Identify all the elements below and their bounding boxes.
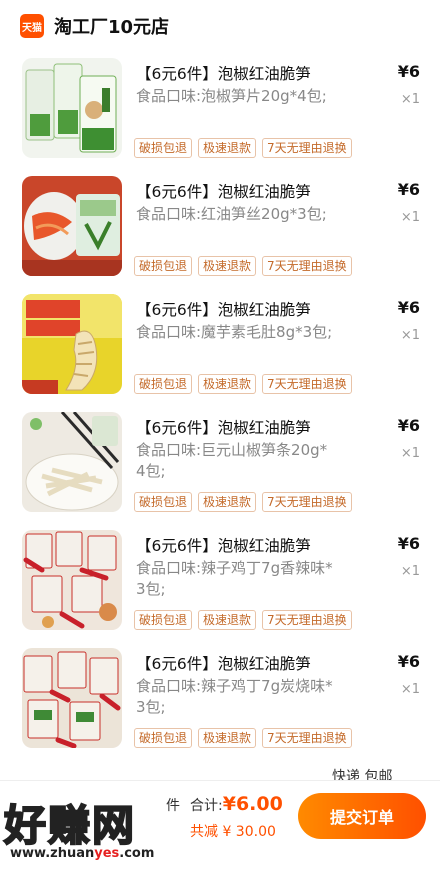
item-variant: 食品口味:魔芋素毛肚8g*3包; bbox=[136, 323, 333, 341]
item-price: ¥6 bbox=[397, 652, 420, 671]
order-item-list: 【6元6件】泡椒红油脆笋 食品口味:泡椒笋片20g*4包; 破损包退 极速退款 … bbox=[0, 52, 440, 760]
tag-fast-refund: 极速退款 bbox=[198, 256, 257, 276]
item-title[interactable]: 【6元6件】泡椒红油脆笋 bbox=[136, 298, 311, 320]
item-title[interactable]: 【6元6件】泡椒红油脆笋 bbox=[136, 652, 311, 674]
tag-damage-refund: 破损包退 bbox=[134, 374, 193, 394]
tmall-logo-icon: 天猫 bbox=[20, 14, 44, 38]
watermark: 好赚网 www.zhuanyes.com bbox=[3, 792, 204, 864]
item-quantity: ×1 bbox=[400, 564, 420, 579]
item-quantity: ×1 bbox=[400, 446, 420, 461]
service-tags: 破损包退 极速退款 7天无理由退换 bbox=[134, 492, 352, 512]
tag-damage-refund: 破损包退 bbox=[134, 138, 193, 158]
order-item[interactable]: 【6元6件】泡椒红油脆笋 食品口味:巨元山椒笋条20g*4包; 破损包退 极速退… bbox=[0, 406, 440, 524]
tag-7day-return: 7天无理由退换 bbox=[262, 256, 352, 276]
item-price: ¥6 bbox=[397, 534, 420, 553]
item-quantity: ×1 bbox=[400, 682, 420, 697]
item-variant: 食品口味:辣子鸡丁7g炭烧味*3包; bbox=[136, 677, 333, 716]
item-variant: 食品口味:辣子鸡丁7g香辣味*3包; bbox=[136, 559, 333, 598]
item-title[interactable]: 【6元6件】泡椒红油脆笋 bbox=[136, 416, 311, 438]
tag-fast-refund: 极速退款 bbox=[198, 610, 257, 630]
tag-damage-refund: 破损包退 bbox=[134, 728, 193, 748]
order-item[interactable]: 【6元6件】泡椒红油脆笋 食品口味:辣子鸡丁7g香辣味*3包; 破损包退 极速退… bbox=[0, 524, 440, 642]
tag-fast-refund: 极速退款 bbox=[198, 374, 257, 394]
tag-7day-return: 7天无理由退换 bbox=[262, 728, 352, 748]
item-variant: 食品口味:泡椒笋片20g*4包; bbox=[136, 87, 327, 105]
tag-damage-refund: 破损包退 bbox=[134, 610, 193, 630]
watermark-url: www.zhuanyes.com bbox=[10, 846, 155, 861]
order-item[interactable]: 【6元6件】泡椒红油脆笋 食品口味:红油笋丝20g*3包; 破损包退 极速退款 … bbox=[0, 170, 440, 288]
tag-7day-return: 7天无理由退换 bbox=[262, 138, 352, 158]
item-variant: 食品口味:红油笋丝20g*3包; bbox=[136, 205, 327, 223]
tag-damage-refund: 破损包退 bbox=[134, 256, 193, 276]
item-quantity: ×1 bbox=[400, 210, 420, 225]
product-image-spicy-chicken[interactable] bbox=[22, 530, 122, 630]
service-tags: 破损包退 极速退款 7天无理由退换 bbox=[134, 138, 352, 158]
shop-name[interactable]: 淘工厂10元店 bbox=[54, 13, 169, 39]
item-title[interactable]: 【6元6件】泡椒红油脆笋 bbox=[136, 534, 311, 556]
product-image-pepper-bamboo-strips[interactable] bbox=[22, 412, 122, 512]
tag-7day-return: 7天无理由退换 bbox=[262, 492, 352, 512]
item-title[interactable]: 【6元6件】泡椒红油脆笋 bbox=[136, 62, 311, 84]
product-image-pickled-pepper-bamboo[interactable] bbox=[22, 58, 122, 158]
item-price: ¥6 bbox=[397, 62, 420, 81]
tag-damage-refund: 破损包退 bbox=[134, 492, 193, 512]
item-title[interactable]: 【6元6件】泡椒红油脆笋 bbox=[136, 180, 311, 202]
item-quantity: ×1 bbox=[400, 92, 420, 107]
service-tags: 破损包退 极速退款 7天无理由退换 bbox=[134, 374, 352, 394]
service-tags: 破损包退 极速退款 7天无理由退换 bbox=[134, 610, 352, 630]
product-image-charcoal-chicken[interactable] bbox=[22, 648, 122, 748]
tag-fast-refund: 极速退款 bbox=[198, 728, 257, 748]
total-amount: ¥6.00 bbox=[222, 793, 283, 815]
product-image-konjac-tripe[interactable] bbox=[22, 294, 122, 394]
order-item[interactable]: 【6元6件】泡椒红油脆笋 食品口味:泡椒笋片20g*4包; 破损包退 极速退款 … bbox=[0, 52, 440, 170]
item-price: ¥6 bbox=[397, 298, 420, 317]
tag-7day-return: 7天无理由退换 bbox=[262, 610, 352, 630]
item-price: ¥6 bbox=[397, 416, 420, 435]
shop-header[interactable]: 天猫 淘工厂10元店 bbox=[0, 0, 440, 52]
order-item[interactable]: 【6元6件】泡椒红油脆笋 食品口味:魔芋素毛肚8g*3包; 破损包退 极速退款 … bbox=[0, 288, 440, 406]
submit-order-button[interactable]: 提交订单 bbox=[298, 793, 426, 839]
product-image-red-oil-bamboo[interactable] bbox=[22, 176, 122, 276]
item-variant: 食品口味:巨元山椒笋条20g*4包; bbox=[136, 441, 328, 480]
watermark-text: 好赚网 bbox=[3, 800, 137, 851]
order-item[interactable]: 【6元6件】泡椒红油脆笋 食品口味:辣子鸡丁7g炭烧味*3包; 破损包退 极速退… bbox=[0, 642, 440, 760]
item-quantity: ×1 bbox=[400, 328, 420, 343]
service-tags: 破损包退 极速退款 7天无理由退换 bbox=[134, 256, 352, 276]
service-tags: 破损包退 极速退款 7天无理由退换 bbox=[134, 728, 352, 748]
tag-fast-refund: 极速退款 bbox=[198, 492, 257, 512]
tag-fast-refund: 极速退款 bbox=[198, 138, 257, 158]
tag-7day-return: 7天无理由退换 bbox=[262, 374, 352, 394]
item-price: ¥6 bbox=[397, 180, 420, 199]
